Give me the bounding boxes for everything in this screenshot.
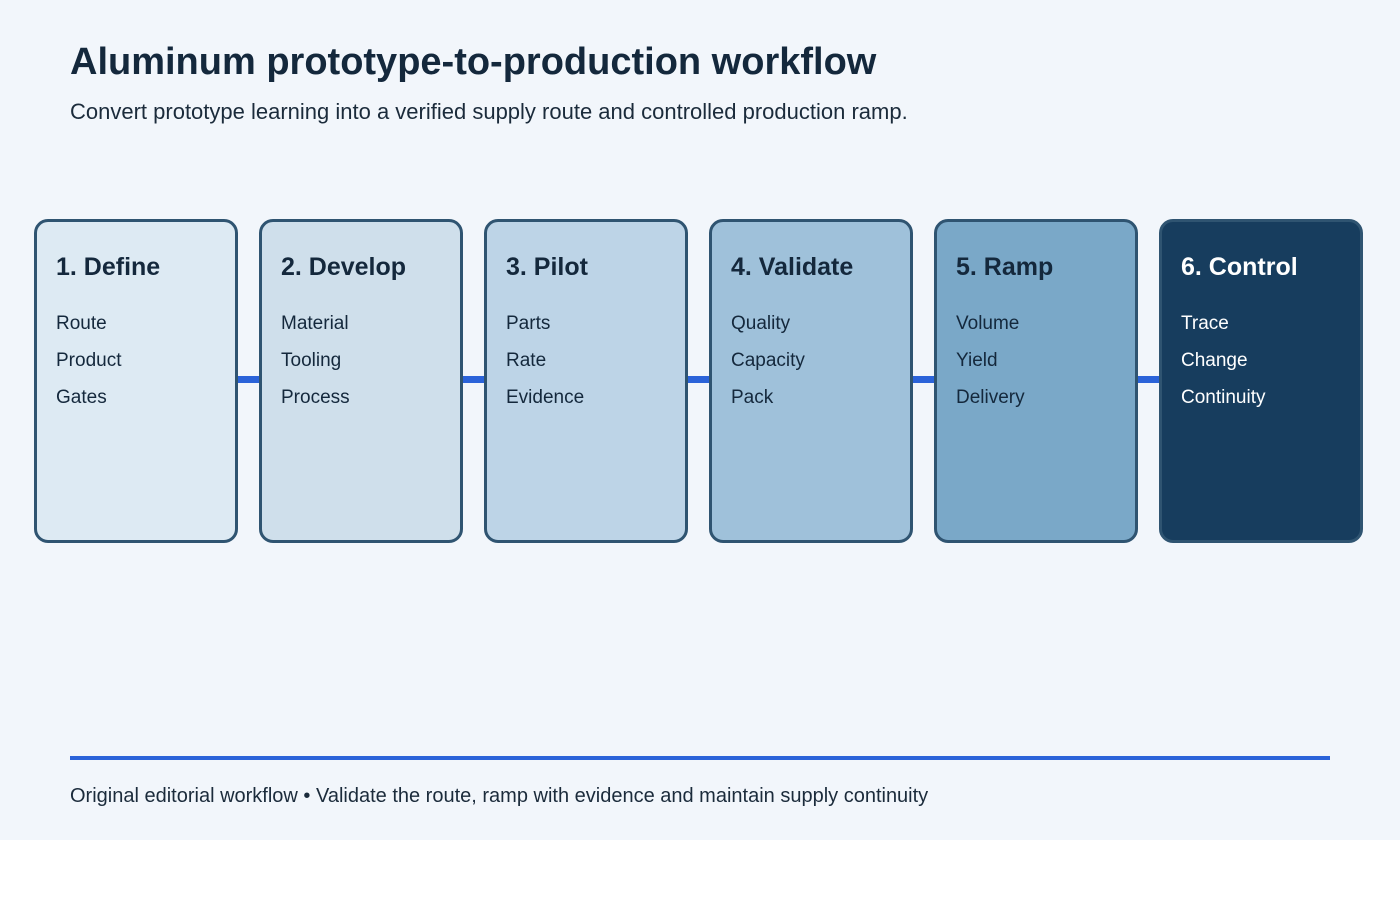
stage-item: Capacity bbox=[731, 350, 805, 371]
stage-item: Rate bbox=[506, 350, 547, 371]
stage-title: 5. Ramp bbox=[956, 253, 1054, 281]
stage-item: Process bbox=[281, 387, 350, 408]
stage-title: 2. Develop bbox=[281, 253, 407, 281]
stage-develop: 2. Develop Material Tooling Process bbox=[259, 219, 463, 543]
stage-item: Gates bbox=[56, 387, 107, 408]
stage-title: 1. Define bbox=[56, 253, 161, 281]
stage-item: Quality bbox=[731, 313, 791, 334]
stage-item: Route bbox=[56, 313, 107, 334]
footer-note: Original editorial workflow • Validate t… bbox=[70, 785, 929, 807]
page-title: Aluminum prototype-to-production workflo… bbox=[70, 41, 877, 83]
stage-item: Yield bbox=[956, 350, 998, 371]
stage-validate: 4. Validate Quality Capacity Pack bbox=[709, 219, 913, 543]
stage-item: Parts bbox=[506, 313, 551, 334]
stage-item: Delivery bbox=[956, 387, 1025, 408]
diagram-canvas: Aluminum prototype-to-production workflo… bbox=[0, 0, 1400, 840]
stage-define: 1. Define Route Product Gates bbox=[34, 219, 238, 543]
stage-title: 6. Control bbox=[1181, 253, 1298, 281]
stage-pilot: 3. Pilot Parts Rate Evidence bbox=[484, 219, 688, 543]
stage-item: Trace bbox=[1181, 313, 1229, 334]
stage-item: Product bbox=[56, 350, 122, 371]
footer-divider bbox=[70, 756, 1330, 760]
stage-control: 6. Control Trace Change Continuity bbox=[1159, 219, 1363, 543]
stage-title: 3. Pilot bbox=[506, 253, 588, 281]
stage-item: Pack bbox=[731, 387, 774, 408]
stage-ramp: 5. Ramp Volume Yield Delivery bbox=[934, 219, 1138, 543]
page-subtitle: Convert prototype learning into a verifi… bbox=[70, 99, 908, 124]
stage-item: Material bbox=[281, 313, 349, 334]
stage-item: Tooling bbox=[281, 350, 342, 371]
stage-item: Volume bbox=[956, 313, 1020, 334]
stage-title: 4. Validate bbox=[731, 253, 854, 281]
stage-item: Continuity bbox=[1181, 387, 1266, 408]
stage-item: Change bbox=[1181, 350, 1248, 371]
stage-item: Evidence bbox=[506, 387, 585, 408]
